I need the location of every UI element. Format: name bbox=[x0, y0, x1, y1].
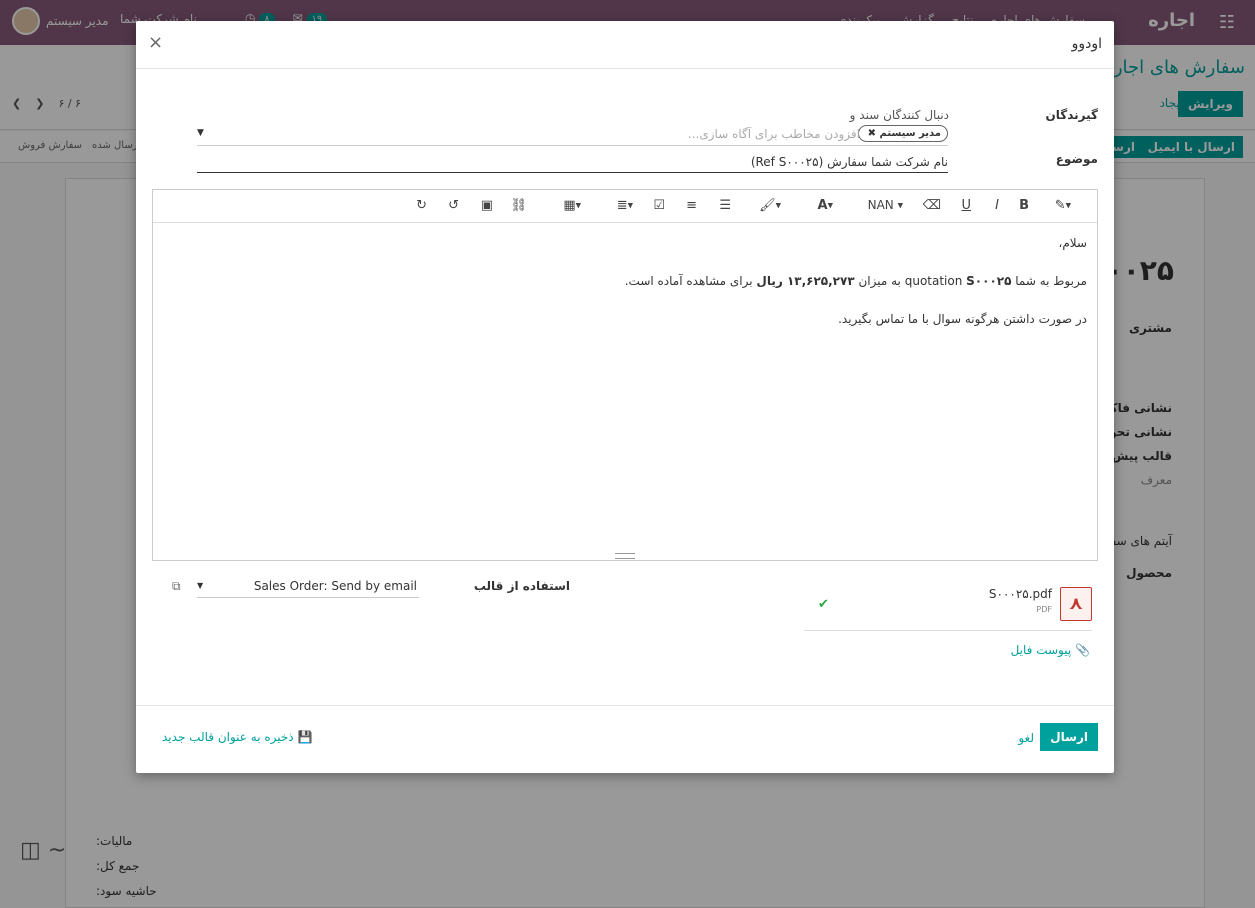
send-button[interactable]: ارسال bbox=[1040, 723, 1098, 751]
font-size-dropdown[interactable]: NAN ▼ bbox=[868, 198, 903, 212]
image-icon[interactable]: ▣ bbox=[481, 198, 493, 213]
remove-tag-icon[interactable]: ✖ bbox=[868, 128, 876, 139]
cancel-button[interactable]: لغو bbox=[1018, 731, 1034, 745]
body-editor[interactable]: ✎▼ B I U ⌫ NAN ▼ A▼ 🖌▼ ☰ ≡ ☑ ≣▼ ▦▼ ⛓ ▣ ↺… bbox=[152, 189, 1098, 561]
subject-label: موضوع bbox=[1055, 152, 1098, 166]
eraser-icon[interactable]: ⌫ bbox=[923, 198, 941, 213]
ordered-list-icon[interactable]: ≡ bbox=[686, 198, 697, 213]
order-reference: S۰۰۰۲۵ bbox=[966, 274, 1012, 288]
body-text: برای مشاهده آماده است. bbox=[624, 274, 753, 288]
font-color-icon[interactable]: A▼ bbox=[818, 198, 833, 213]
body-paragraph: در صورت داشتن هرگونه سوال با ما تماس بگی… bbox=[838, 312, 1087, 326]
subject-input[interactable] bbox=[197, 151, 948, 173]
email-body[interactable]: سلام، مربوط به شما quotation S۰۰۰۲۵ به م… bbox=[187, 234, 1087, 348]
save-icon: 💾 bbox=[297, 730, 313, 744]
greeting-text: سلام، bbox=[1058, 236, 1087, 250]
dialog-footer: ارسال لغو 💾 ذخیره به عنوان قالب جدید bbox=[136, 705, 1114, 773]
link-icon[interactable]: ⛓ bbox=[510, 198, 527, 213]
pdf-icon: ⋏ bbox=[1060, 587, 1092, 621]
bold-icon[interactable]: B bbox=[1019, 198, 1029, 213]
paragraph-align-icon[interactable]: ≣▼ bbox=[617, 198, 633, 213]
editor-resize-handle[interactable] bbox=[615, 553, 635, 559]
recipient-tag: مدیر سیستم ✖ bbox=[857, 125, 948, 142]
save-template-label: ذخیره به عنوان قالب جدید bbox=[162, 730, 294, 744]
body-text: مربوط به شما bbox=[1015, 274, 1087, 288]
attach-file-button[interactable]: 📎 پیوست فایل bbox=[1011, 643, 1090, 657]
attachment-card[interactable]: ⋏ S۰۰۰۲۵.pdf PDF ✔ bbox=[804, 579, 1092, 631]
recipients-field[interactable]: مدیر سیستم ✖ ▼ bbox=[197, 125, 948, 146]
followers-text: دنبال کنندگان سند و bbox=[849, 108, 949, 122]
save-template-button[interactable]: 💾 ذخیره به عنوان قالب جدید bbox=[162, 730, 312, 744]
order-amount: ۱۳,۶۲۵,۲۷۳ ریال bbox=[756, 274, 855, 288]
undo-icon[interactable]: ↺ bbox=[448, 198, 459, 213]
unordered-list-icon[interactable]: ☰ bbox=[719, 198, 731, 213]
close-icon[interactable]: × bbox=[148, 32, 163, 53]
template-label: استفاده از قالب bbox=[473, 579, 570, 593]
compose-email-dialog: اودوو × گیرندگان دنبال کنندگان سند و مدی… bbox=[136, 21, 1114, 773]
editor-toolbar: ✎▼ B I U ⌫ NAN ▼ A▼ 🖌▼ ☰ ≡ ☑ ≣▼ ▦▼ ⛓ ▣ ↺… bbox=[153, 190, 1097, 223]
recipients-label: گیرندگان bbox=[1045, 108, 1098, 122]
dialog-header: اودوو × bbox=[136, 21, 1114, 69]
redo-icon[interactable]: ↻ bbox=[416, 198, 427, 213]
paperclip-icon: 📎 bbox=[1075, 643, 1090, 657]
check-icon: ✔ bbox=[818, 597, 829, 612]
body-text: quotation bbox=[904, 274, 963, 288]
recipient-tag-label: مدیر سیستم bbox=[879, 128, 941, 139]
dialog-title: اودوو bbox=[1071, 36, 1102, 52]
magic-wand-icon[interactable]: ✎▼ bbox=[1055, 198, 1071, 213]
checklist-icon[interactable]: ☑ bbox=[653, 198, 665, 213]
chevron-down-icon: ▼ bbox=[197, 581, 204, 590]
italic-icon[interactable]: I bbox=[995, 198, 999, 213]
underline-icon[interactable]: U bbox=[961, 198, 971, 213]
attachment-name[interactable]: S۰۰۰۲۵.pdf bbox=[989, 587, 1052, 601]
template-value: Sales Order: Send by email bbox=[253, 579, 417, 593]
template-select[interactable]: Sales Order: Send by email ▼ bbox=[197, 576, 419, 598]
font-size-value: NAN bbox=[867, 198, 894, 212]
chevron-down-icon[interactable]: ▼ bbox=[197, 128, 204, 138]
attachment-ext: PDF bbox=[1036, 605, 1052, 614]
recipients-input[interactable] bbox=[300, 125, 860, 143]
body-paragraph: مربوط به شما quotation S۰۰۰۲۵ به میزان ۱… bbox=[187, 272, 1087, 291]
body-text: به میزان bbox=[858, 274, 901, 288]
external-link-icon[interactable]: ⧉ bbox=[172, 579, 181, 594]
table-icon[interactable]: ▦▼ bbox=[563, 198, 581, 213]
brush-icon[interactable]: 🖌▼ bbox=[759, 198, 781, 213]
attach-file-label: پیوست فایل bbox=[1010, 643, 1072, 657]
